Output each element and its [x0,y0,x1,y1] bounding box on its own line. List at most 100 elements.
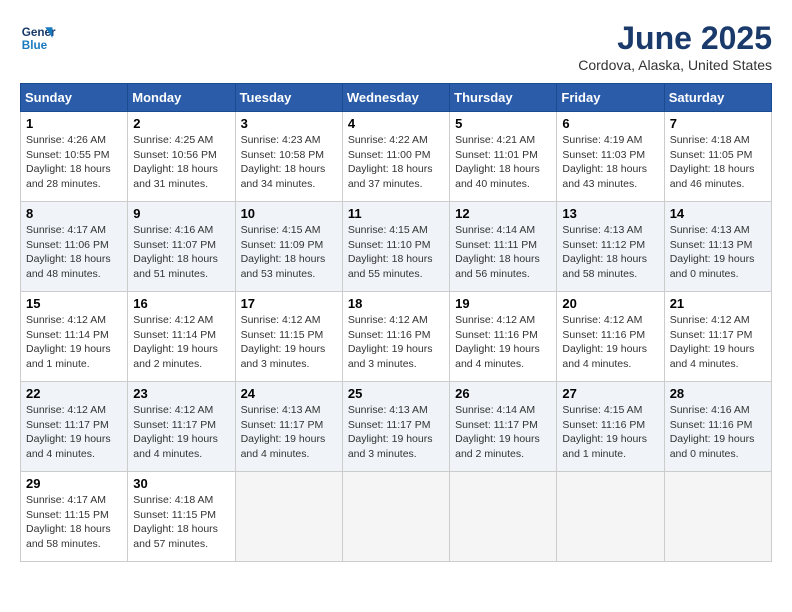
daylight-label: Daylight: 18 hours and 58 minutes. [562,253,647,280]
sunrise-label: Sunrise: 4:12 AM [133,404,213,416]
day-number: 29 [26,476,122,491]
day-info: Sunrise: 4:12 AM Sunset: 11:16 PM Daylig… [562,313,658,372]
calendar-week-row: 15 Sunrise: 4:12 AM Sunset: 11:14 PM Day… [21,292,772,382]
sunset-label: Sunset: 10:56 PM [133,149,216,161]
sunrise-label: Sunrise: 4:26 AM [26,134,106,146]
day-info: Sunrise: 4:23 AM Sunset: 10:58 PM Daylig… [241,133,337,192]
calendar-cell [235,472,342,562]
sunset-label: Sunset: 11:15 PM [241,329,324,341]
day-info: Sunrise: 4:13 AM Sunset: 11:17 PM Daylig… [241,403,337,462]
day-info: Sunrise: 4:12 AM Sunset: 11:16 PM Daylig… [455,313,551,372]
sunset-label: Sunset: 11:01 PM [455,149,538,161]
sunset-label: Sunset: 11:14 PM [133,329,216,341]
daylight-label: Daylight: 19 hours and 3 minutes. [348,343,433,370]
sunset-label: Sunset: 11:06 PM [26,239,109,251]
col-header-tuesday: Tuesday [235,84,342,112]
day-info: Sunrise: 4:21 AM Sunset: 11:01 PM Daylig… [455,133,551,192]
calendar-cell [557,472,664,562]
sunset-label: Sunset: 10:58 PM [241,149,324,161]
day-info: Sunrise: 4:12 AM Sunset: 11:14 PM Daylig… [26,313,122,372]
day-number: 27 [562,386,658,401]
sunset-label: Sunset: 11:03 PM [562,149,645,161]
sunset-label: Sunset: 11:10 PM [348,239,431,251]
title-area: June 2025 Cordova, Alaska, United States [578,20,772,73]
sunset-label: Sunset: 11:15 PM [26,509,109,521]
day-number: 10 [241,206,337,221]
sunrise-label: Sunrise: 4:15 AM [348,224,428,236]
daylight-label: Daylight: 19 hours and 0 minutes. [670,253,755,280]
daylight-label: Daylight: 19 hours and 4 minutes. [241,433,326,460]
calendar-cell: 28 Sunrise: 4:16 AM Sunset: 11:16 PM Day… [664,382,771,472]
day-number: 20 [562,296,658,311]
daylight-label: Daylight: 19 hours and 4 minutes. [455,343,540,370]
daylight-label: Daylight: 18 hours and 40 minutes. [455,163,540,190]
calendar-cell: 25 Sunrise: 4:13 AM Sunset: 11:17 PM Day… [342,382,449,472]
calendar-cell [450,472,557,562]
day-number: 30 [133,476,229,491]
sunrise-label: Sunrise: 4:15 AM [241,224,321,236]
daylight-label: Daylight: 19 hours and 4 minutes. [562,343,647,370]
daylight-label: Daylight: 19 hours and 3 minutes. [241,343,326,370]
day-info: Sunrise: 4:12 AM Sunset: 11:17 PM Daylig… [26,403,122,462]
sunrise-label: Sunrise: 4:13 AM [670,224,750,236]
sunrise-label: Sunrise: 4:13 AM [241,404,321,416]
sunset-label: Sunset: 11:11 PM [455,239,537,251]
sunset-label: Sunset: 11:15 PM [133,509,216,521]
sunset-label: Sunset: 11:05 PM [670,149,753,161]
day-info: Sunrise: 4:15 AM Sunset: 11:09 PM Daylig… [241,223,337,282]
sunset-label: Sunset: 11:00 PM [348,149,431,161]
sunrise-label: Sunrise: 4:12 AM [455,314,535,326]
calendar-cell: 8 Sunrise: 4:17 AM Sunset: 11:06 PM Dayl… [21,202,128,292]
day-number: 5 [455,116,551,131]
calendar-cell: 2 Sunrise: 4:25 AM Sunset: 10:56 PM Dayl… [128,112,235,202]
daylight-label: Daylight: 19 hours and 2 minutes. [133,343,218,370]
sunset-label: Sunset: 11:17 PM [670,329,753,341]
calendar-cell: 30 Sunrise: 4:18 AM Sunset: 11:15 PM Day… [128,472,235,562]
day-info: Sunrise: 4:12 AM Sunset: 11:14 PM Daylig… [133,313,229,372]
calendar-cell: 13 Sunrise: 4:13 AM Sunset: 11:12 PM Day… [557,202,664,292]
calendar-cell: 11 Sunrise: 4:15 AM Sunset: 11:10 PM Day… [342,202,449,292]
daylight-label: Daylight: 19 hours and 4 minutes. [670,343,755,370]
sunset-label: Sunset: 11:09 PM [241,239,324,251]
day-info: Sunrise: 4:13 AM Sunset: 11:13 PM Daylig… [670,223,766,282]
sunset-label: Sunset: 10:55 PM [26,149,109,161]
sunset-label: Sunset: 11:07 PM [133,239,216,251]
day-info: Sunrise: 4:14 AM Sunset: 11:11 PM Daylig… [455,223,551,282]
sunrise-label: Sunrise: 4:21 AM [455,134,535,146]
daylight-label: Daylight: 19 hours and 3 minutes. [348,433,433,460]
sunset-label: Sunset: 11:17 PM [241,419,324,431]
calendar-table: SundayMondayTuesdayWednesdayThursdayFrid… [20,83,772,562]
daylight-label: Daylight: 19 hours and 1 minute. [562,433,647,460]
calendar-cell: 18 Sunrise: 4:12 AM Sunset: 11:16 PM Day… [342,292,449,382]
calendar-cell: 12 Sunrise: 4:14 AM Sunset: 11:11 PM Day… [450,202,557,292]
day-info: Sunrise: 4:12 AM Sunset: 11:17 PM Daylig… [670,313,766,372]
daylight-label: Daylight: 19 hours and 4 minutes. [133,433,218,460]
sunrise-label: Sunrise: 4:13 AM [562,224,642,236]
day-info: Sunrise: 4:19 AM Sunset: 11:03 PM Daylig… [562,133,658,192]
daylight-label: Daylight: 18 hours and 48 minutes. [26,253,111,280]
day-number: 16 [133,296,229,311]
daylight-label: Daylight: 18 hours and 51 minutes. [133,253,218,280]
day-number: 19 [455,296,551,311]
daylight-label: Daylight: 18 hours and 28 minutes. [26,163,111,190]
daylight-label: Daylight: 18 hours and 37 minutes. [348,163,433,190]
sunset-label: Sunset: 11:17 PM [133,419,216,431]
logo: General Blue [20,20,56,56]
sunrise-label: Sunrise: 4:17 AM [26,224,106,236]
calendar-week-row: 8 Sunrise: 4:17 AM Sunset: 11:06 PM Dayl… [21,202,772,292]
calendar-cell: 23 Sunrise: 4:12 AM Sunset: 11:17 PM Day… [128,382,235,472]
daylight-label: Daylight: 18 hours and 43 minutes. [562,163,647,190]
day-info: Sunrise: 4:18 AM Sunset: 11:15 PM Daylig… [133,493,229,552]
day-number: 14 [670,206,766,221]
sunset-label: Sunset: 11:16 PM [455,329,538,341]
calendar-cell: 4 Sunrise: 4:22 AM Sunset: 11:00 PM Dayl… [342,112,449,202]
daylight-label: Daylight: 18 hours and 56 minutes. [455,253,540,280]
day-number: 24 [241,386,337,401]
sunrise-label: Sunrise: 4:12 AM [26,404,106,416]
sunset-label: Sunset: 11:17 PM [348,419,431,431]
day-number: 9 [133,206,229,221]
sunrise-label: Sunrise: 4:15 AM [562,404,642,416]
sunset-label: Sunset: 11:17 PM [455,419,538,431]
calendar-cell: 9 Sunrise: 4:16 AM Sunset: 11:07 PM Dayl… [128,202,235,292]
sunset-label: Sunset: 11:16 PM [348,329,431,341]
